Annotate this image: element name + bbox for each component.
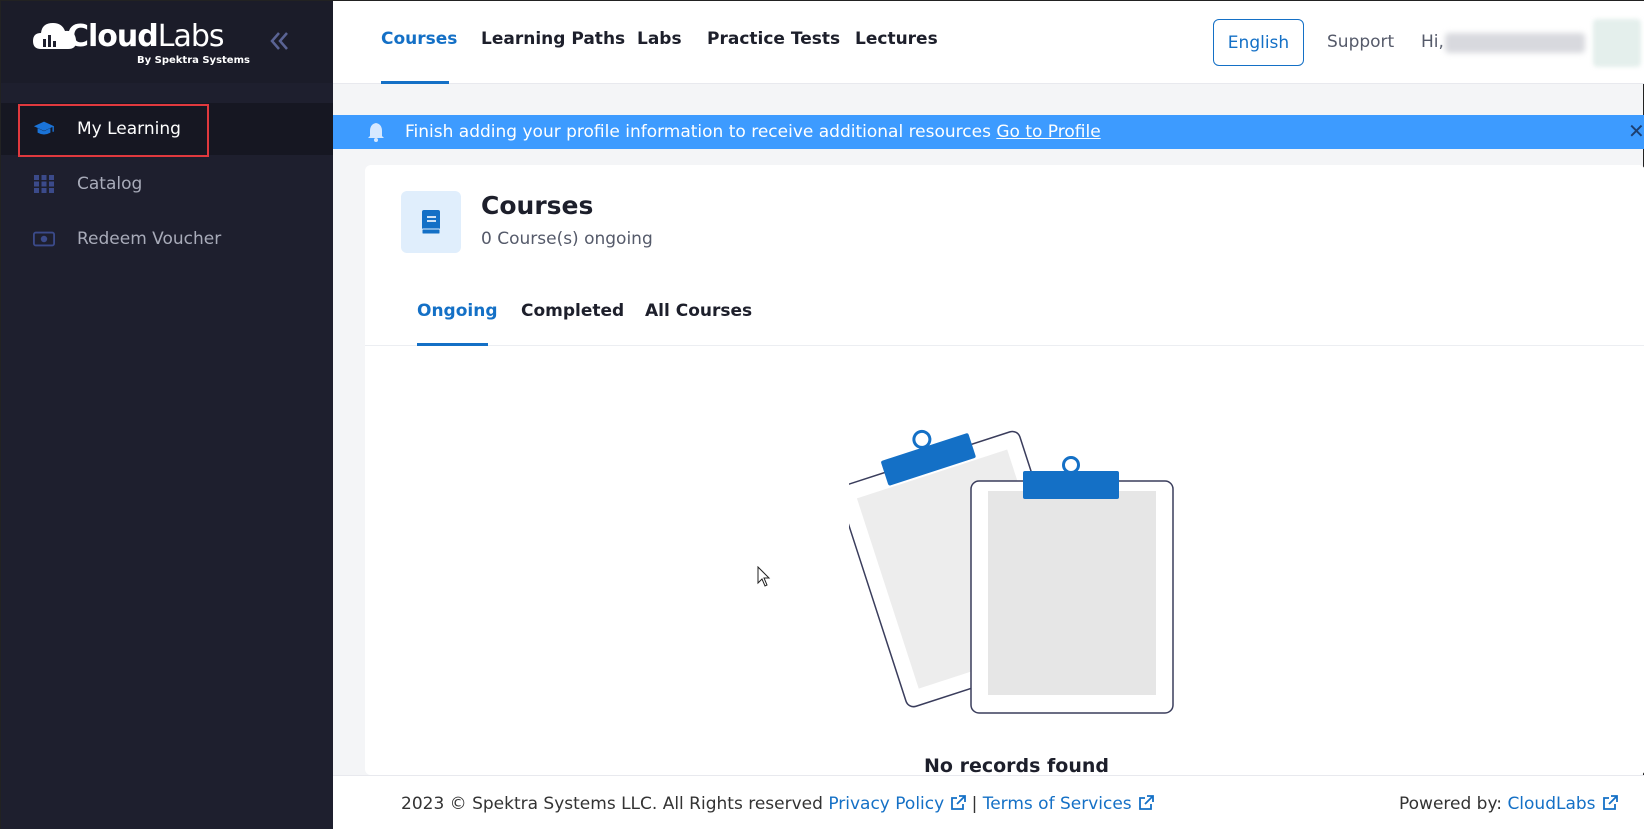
- privacy-policy-link[interactable]: Privacy Policy: [828, 794, 944, 814]
- tab-all-courses[interactable]: All Courses: [645, 301, 752, 321]
- empty-clipboards-illustration: [849, 429, 1174, 714]
- external-link-icon: [951, 795, 967, 810]
- logo-area: CloudLabs By Spektra Systems: [1, 1, 333, 83]
- sidebar-item-redeem-voucher[interactable]: Redeem Voucher: [1, 213, 333, 265]
- sidebar-item-label: Redeem Voucher: [77, 229, 222, 249]
- footer-separator: |: [971, 794, 978, 814]
- mouse-cursor-icon: [757, 566, 771, 587]
- language-button[interactable]: English: [1213, 19, 1304, 66]
- highlight-annotation-box: [18, 104, 209, 157]
- tabs-divider: [365, 345, 1644, 346]
- top-navigation-bar: Courses Learning Paths Labs Practice Tes…: [333, 1, 1644, 84]
- external-link-icon: [1138, 795, 1154, 810]
- cloudlabs-logo[interactable]: CloudLabs: [31, 15, 225, 55]
- terms-of-services-link[interactable]: Terms of Services: [983, 794, 1132, 814]
- close-icon[interactable]: ✕: [1628, 119, 1644, 143]
- user-greeting: Hi,: [1421, 32, 1444, 52]
- course-book-icon-box: [401, 191, 461, 253]
- page-title: Courses: [481, 191, 594, 220]
- tab-courses[interactable]: Courses: [381, 29, 457, 49]
- user-name-blurred[interactable]: [1445, 33, 1585, 53]
- active-tab-indicator: [381, 81, 449, 84]
- footer-right: Powered by: CloudLabs: [1399, 794, 1618, 814]
- active-tab-indicator: [417, 343, 488, 346]
- grid-icon: [34, 175, 54, 193]
- powered-by-label: Powered by:: [1399, 794, 1503, 814]
- banner-text: Finish adding your profile information t…: [405, 122, 991, 142]
- copyright-text: 2023 © Spektra Systems LLC. All Rights r…: [401, 794, 823, 814]
- tab-ongoing[interactable]: Ongoing: [417, 301, 498, 321]
- cloudlabs-link[interactable]: CloudLabs: [1507, 794, 1595, 814]
- tab-lectures[interactable]: Lectures: [855, 29, 938, 49]
- logo-secondary-text: Labs: [157, 19, 225, 54]
- bell-icon: [368, 123, 384, 142]
- support-link[interactable]: Support: [1327, 32, 1394, 52]
- logo-text: CloudLabs: [67, 19, 225, 55]
- profile-notification-banner: Finish adding your profile information t…: [333, 115, 1644, 149]
- banner-message: Finish adding your profile information t…: [405, 122, 1101, 142]
- external-link-icon: [1602, 795, 1618, 810]
- logo-subtitle: By Spektra Systems: [137, 55, 250, 66]
- course-count: 0 Course(s) ongoing: [481, 229, 653, 249]
- footer-left: 2023 © Spektra Systems LLC. All Rights r…: [401, 794, 1154, 814]
- courses-card: Courses 0 Course(s) ongoing Ongoing Comp…: [365, 165, 1644, 777]
- go-to-profile-link[interactable]: Go to Profile: [996, 122, 1100, 142]
- sidebar: CloudLabs By Spektra Systems My Learning…: [1, 1, 333, 829]
- sidebar-item-label: Catalog: [77, 174, 143, 194]
- tab-practice-tests[interactable]: Practice Tests: [707, 29, 840, 49]
- tab-completed[interactable]: Completed: [521, 301, 624, 321]
- sidebar-item-catalog[interactable]: Catalog: [1, 158, 333, 210]
- double-chevron-left-icon: [270, 32, 288, 50]
- book-icon: [421, 210, 441, 235]
- tab-learning-paths[interactable]: Learning Paths: [481, 29, 625, 49]
- collapse-sidebar-button[interactable]: [265, 27, 293, 55]
- tab-labs[interactable]: Labs: [637, 29, 682, 49]
- avatar[interactable]: [1593, 19, 1641, 67]
- cloud-logo-icon: [33, 23, 77, 49]
- no-records-text: No records found: [924, 755, 1110, 777]
- footer: 2023 © Spektra Systems LLC. All Rights r…: [333, 775, 1644, 829]
- voucher-icon: [33, 231, 55, 247]
